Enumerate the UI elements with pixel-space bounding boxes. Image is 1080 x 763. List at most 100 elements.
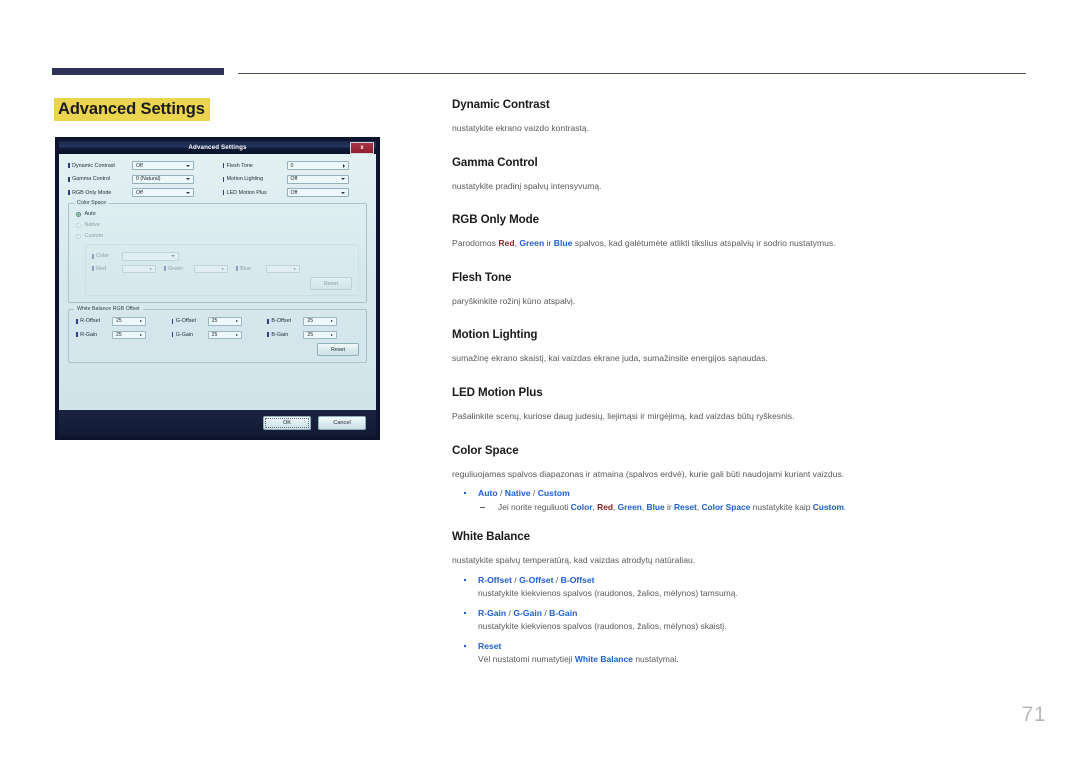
dialog-title: Advanced Settings	[188, 144, 247, 151]
chevron-down-icon	[171, 255, 175, 258]
section-title-color-space: Color Space	[452, 443, 519, 457]
section-body-dynamic-contrast: nustatykite ekrano vaizdo kontrastą.	[452, 123, 590, 133]
field-motion-lighting[interactable]: Motion Lighting Off	[223, 174, 368, 184]
radio-native[interactable]: Native	[76, 222, 359, 228]
term-color: Color	[570, 502, 593, 513]
custom-blue-spinner[interactable]	[266, 264, 300, 273]
white-balance-grid: R-Offset 25 G-Offset 25 B-Offset 25 R-Ga…	[76, 317, 359, 339]
field-label: Blue	[236, 266, 266, 272]
bullet-icon	[464, 645, 466, 648]
field-r-gain[interactable]: R-Gain 25	[76, 330, 168, 339]
term-b-offset: B-Offset	[560, 574, 595, 585]
header-rule-thick	[52, 68, 224, 75]
custom-reset-button[interactable]: Reset	[310, 277, 352, 290]
flesh-tone-spinner[interactable]: 0	[286, 161, 349, 170]
cancel-button[interactable]: Cancel	[318, 416, 366, 430]
radio-custom[interactable]: Custom	[76, 233, 359, 239]
chevron-down-icon	[186, 191, 190, 194]
gamma-control-dropdown[interactable]: 0 (Natural)	[132, 174, 194, 184]
field-label: Red	[92, 266, 122, 272]
field-flesh-tone[interactable]: Flesh Tone 0	[223, 161, 368, 170]
list-item: Auto / Native / Custom Jei norite reguli…	[452, 487, 1028, 514]
header-rule-thin	[238, 73, 1026, 74]
field-dynamic-contrast[interactable]: Dynamic Contrast Off	[68, 161, 213, 170]
section-body-motion-lighting: sumažinę ekrano skaistį, kai vaizdas ekr…	[452, 353, 768, 364]
offset-description: nustatykite kiekvienos spalvos (raudonos…	[478, 588, 738, 599]
field-custom-green[interactable]: Green	[164, 264, 228, 273]
field-custom-blue[interactable]: Blue	[236, 264, 300, 273]
list-item: R-Offset / G-Offset / B-Offset nustatyki…	[452, 574, 1028, 600]
content-column: Dynamic Contrast nustatykite ekrano vaiz…	[452, 98, 1028, 675]
text-fragment: Vėl nustatomi numatytieji	[478, 654, 575, 665]
white-balance-reset-button[interactable]: Reset	[317, 343, 359, 356]
motion-lighting-dropdown[interactable]: Off	[286, 174, 349, 184]
term-custom: Custom	[537, 488, 570, 499]
radio-auto[interactable]: Auto	[76, 211, 359, 217]
b-gain-spinner[interactable]: 25	[303, 330, 338, 339]
field-rgb-only-mode[interactable]: RGB Only Mode Off	[68, 188, 213, 197]
rgb-only-mode-dropdown[interactable]: Off	[132, 188, 194, 197]
field-label: R-Offset	[76, 318, 112, 324]
field-g-offset[interactable]: G-Offset 25	[172, 317, 264, 326]
field-label: R-Gain	[76, 332, 112, 338]
field-r-offset[interactable]: R-Offset 25	[76, 317, 168, 326]
dialog-titlebar: Advanced Settings x	[59, 141, 376, 154]
field-b-gain[interactable]: B-Gain 25	[267, 330, 359, 339]
chevron-down-icon	[186, 164, 190, 167]
ok-button[interactable]: OK	[263, 416, 311, 430]
custom-green-spinner[interactable]	[194, 264, 228, 273]
custom-color-dropdown[interactable]	[122, 252, 179, 261]
r-gain-spinner[interactable]: 25	[112, 330, 146, 339]
g-offset-spinner[interactable]: 25	[207, 317, 242, 326]
b-offset-spinner[interactable]: 25	[303, 317, 338, 326]
field-b-offset[interactable]: B-Offset 25	[267, 317, 359, 326]
color-space-options: Auto / Native / Custom	[478, 488, 570, 499]
field-custom-color[interactable]: Color	[92, 252, 352, 261]
spinner-value: 25	[116, 331, 122, 338]
field-label: Green	[164, 266, 194, 272]
led-motion-plus-dropdown[interactable]: Off	[286, 188, 349, 197]
chevron-right-icon	[331, 320, 334, 323]
gain-description: nustatykite kiekvienos spalvos (raudonos…	[478, 621, 727, 632]
section-body-white-balance: nustatykite spalvų temperatūrą, kad vaiz…	[452, 555, 696, 566]
close-icon[interactable]: x	[350, 142, 374, 154]
dynamic-contrast-dropdown[interactable]: Off	[132, 161, 194, 170]
term-reset: Reset	[478, 641, 502, 652]
field-custom-red[interactable]: Red	[92, 264, 156, 273]
section-title-led-motion-plus: LED Motion Plus	[452, 385, 543, 399]
field-g-gain[interactable]: G-Gain 25	[172, 330, 264, 339]
field-label: RGB Only Mode	[68, 190, 132, 196]
section-body-rgb-only-mode: Parodomos Red, Green ir Blue spalvos, ka…	[452, 238, 1028, 250]
text-fragment: Parodomos	[452, 238, 499, 249]
chevron-right-icon	[222, 267, 224, 270]
text-fragment: .	[843, 502, 847, 513]
section-body-color-space: reguliuojamas spalvos diapazonas ir atma…	[452, 468, 845, 479]
white-balance-group: White Balance RGB Offset R-Offset 25 G-O…	[68, 306, 367, 363]
bullet-icon	[464, 611, 466, 614]
term-white-balance: White Balance	[574, 654, 633, 665]
custom-red-spinner[interactable]	[122, 264, 156, 273]
term-g-offset: G-Offset	[519, 574, 554, 585]
spinner-value: 25	[211, 318, 218, 325]
spinner-value: 25	[116, 318, 122, 325]
color-space-sub-note: Jei norite reguliuoti Color, Red, Green,…	[478, 502, 1028, 514]
g-gain-spinner[interactable]: 25	[207, 330, 242, 339]
section-title-flesh-tone: Flesh Tone	[452, 270, 512, 284]
chevron-right-icon	[150, 267, 152, 270]
dropdown-value: Off	[290, 189, 298, 196]
field-led-motion-plus[interactable]: LED Motion Plus Off	[223, 188, 368, 197]
field-gamma-control[interactable]: Gamma Control 0 (Natural)	[68, 174, 213, 184]
term-blue: Blue	[646, 502, 665, 513]
color-space-group: Color Space Auto Native Custom Color Red…	[68, 200, 367, 303]
term-reset: Reset	[673, 502, 697, 513]
field-label: Motion Lighting	[223, 176, 287, 182]
chevron-right-icon	[140, 320, 142, 323]
dialog-footer: OK Cancel	[59, 410, 376, 436]
section-title-dynamic-contrast: Dynamic Contrast	[452, 98, 550, 111]
spinner-value: 25	[307, 318, 314, 325]
r-offset-spinner[interactable]: 25	[112, 317, 146, 326]
section-title-white-balance: White Balance	[452, 530, 530, 544]
field-label: Gamma Control	[68, 176, 132, 182]
chevron-down-icon	[186, 178, 190, 180]
section-body-gamma-control: nustatykite pradinį spalvų intensyvumą.	[452, 180, 602, 191]
